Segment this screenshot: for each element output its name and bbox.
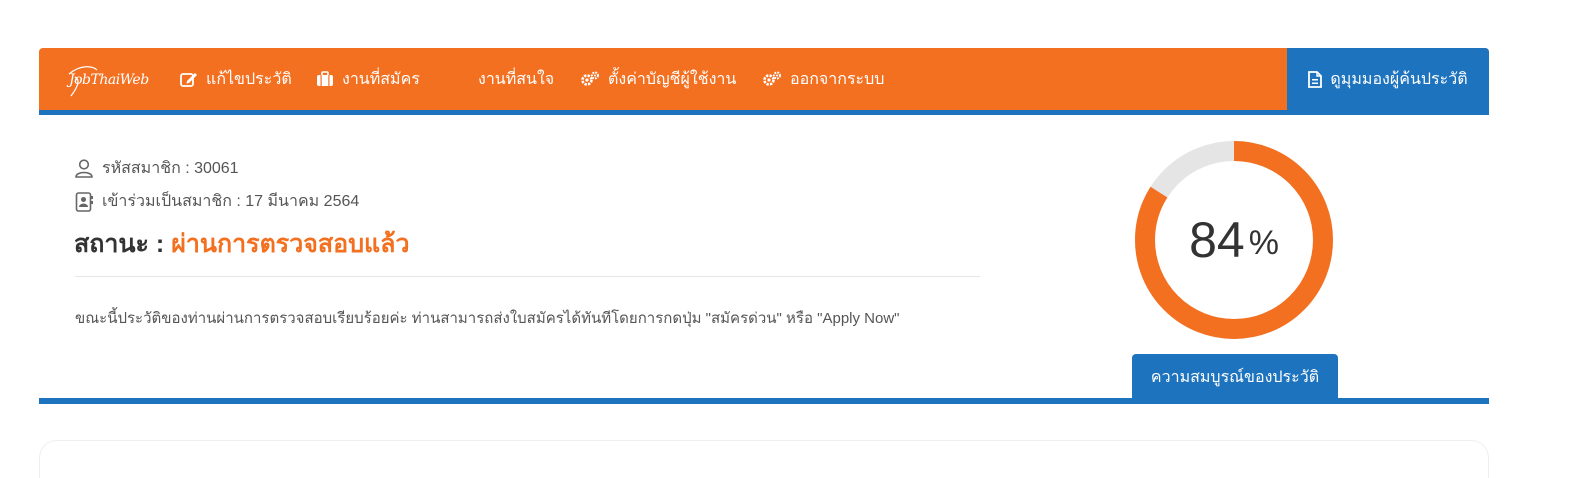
completeness-value: 84 [1189, 212, 1245, 268]
nav-account-settings[interactable]: ตั้งค่าบัญชีผู้ใช้งาน [580, 48, 736, 110]
view-resume-as-employer-button[interactable]: ดูมุมมองผู้ค้นประวัติ [1287, 48, 1489, 110]
gears-icon [762, 71, 782, 87]
user-icon [75, 159, 93, 178]
joined-date-text: เข้าร่วมเป็นสมาชิก : 17 มีนาคม 2564 [102, 193, 360, 210]
nav-applied-jobs[interactable]: งานที่สมัคร [316, 48, 420, 110]
nav-logout[interactable]: ออกจากระบบ [762, 48, 884, 110]
nav-applied-jobs-label: งานที่สมัคร [342, 70, 420, 88]
site-logo[interactable]: JobThaiWeb [61, 60, 149, 98]
view-resume-label: ดูมุมมองผู้ค้นประวัติ [1330, 70, 1468, 88]
nav-logout-label: ออกจากระบบ [790, 70, 885, 88]
nav-edit-profile[interactable]: แก้ไขประวัติ [180, 48, 292, 110]
gears-icon [580, 71, 600, 87]
completeness-unit: % [1248, 223, 1279, 262]
member-id-row: รหัสสมาชิก : 30061 [75, 156, 239, 181]
nav-interested-jobs[interactable]: งานที่สนใจ [452, 48, 554, 110]
contact-card-icon [75, 191, 93, 212]
edit-icon [180, 71, 198, 87]
briefcase-icon [316, 71, 334, 87]
status-label: สถานะ : [74, 230, 165, 258]
verification-status: สถานะ : ผ่านการตรวจสอบแล้ว [74, 224, 410, 264]
profile-section-underline [39, 398, 1489, 404]
nav-interested-jobs-label: งานที่สนใจ [478, 70, 555, 88]
member-id-text: รหัสสมาชิก : 30061 [102, 160, 239, 177]
gauge-label: 84 % [1134, 140, 1334, 340]
nav-edit-profile-label: แก้ไขประวัติ [206, 70, 292, 88]
status-message: ขณะนี้ประวัติของท่านผ่านการตรวจสอบเรียบร… [75, 310, 900, 327]
section-divider [75, 276, 980, 277]
document-icon [1308, 70, 1323, 88]
joined-date-row: เข้าร่วมเป็นสมาชิก : 17 มีนาคม 2564 [75, 189, 359, 214]
status-value: ผ่านการตรวจสอบแล้ว [171, 230, 410, 258]
content-card [39, 440, 1489, 478]
heart-icon [452, 71, 470, 87]
nav-account-settings-label: ตั้งค่าบัญชีผู้ใช้งาน [608, 70, 737, 88]
main-navbar: JobThaiWeb แก้ไขประวัติ งานที่สมัคร งานท… [39, 48, 1489, 110]
logo-text: JobThaiWeb [69, 72, 149, 88]
navbar-underline [39, 110, 1489, 115]
profile-completeness-button[interactable]: ความสมบูรณ์ของประวัติ [1132, 354, 1338, 400]
